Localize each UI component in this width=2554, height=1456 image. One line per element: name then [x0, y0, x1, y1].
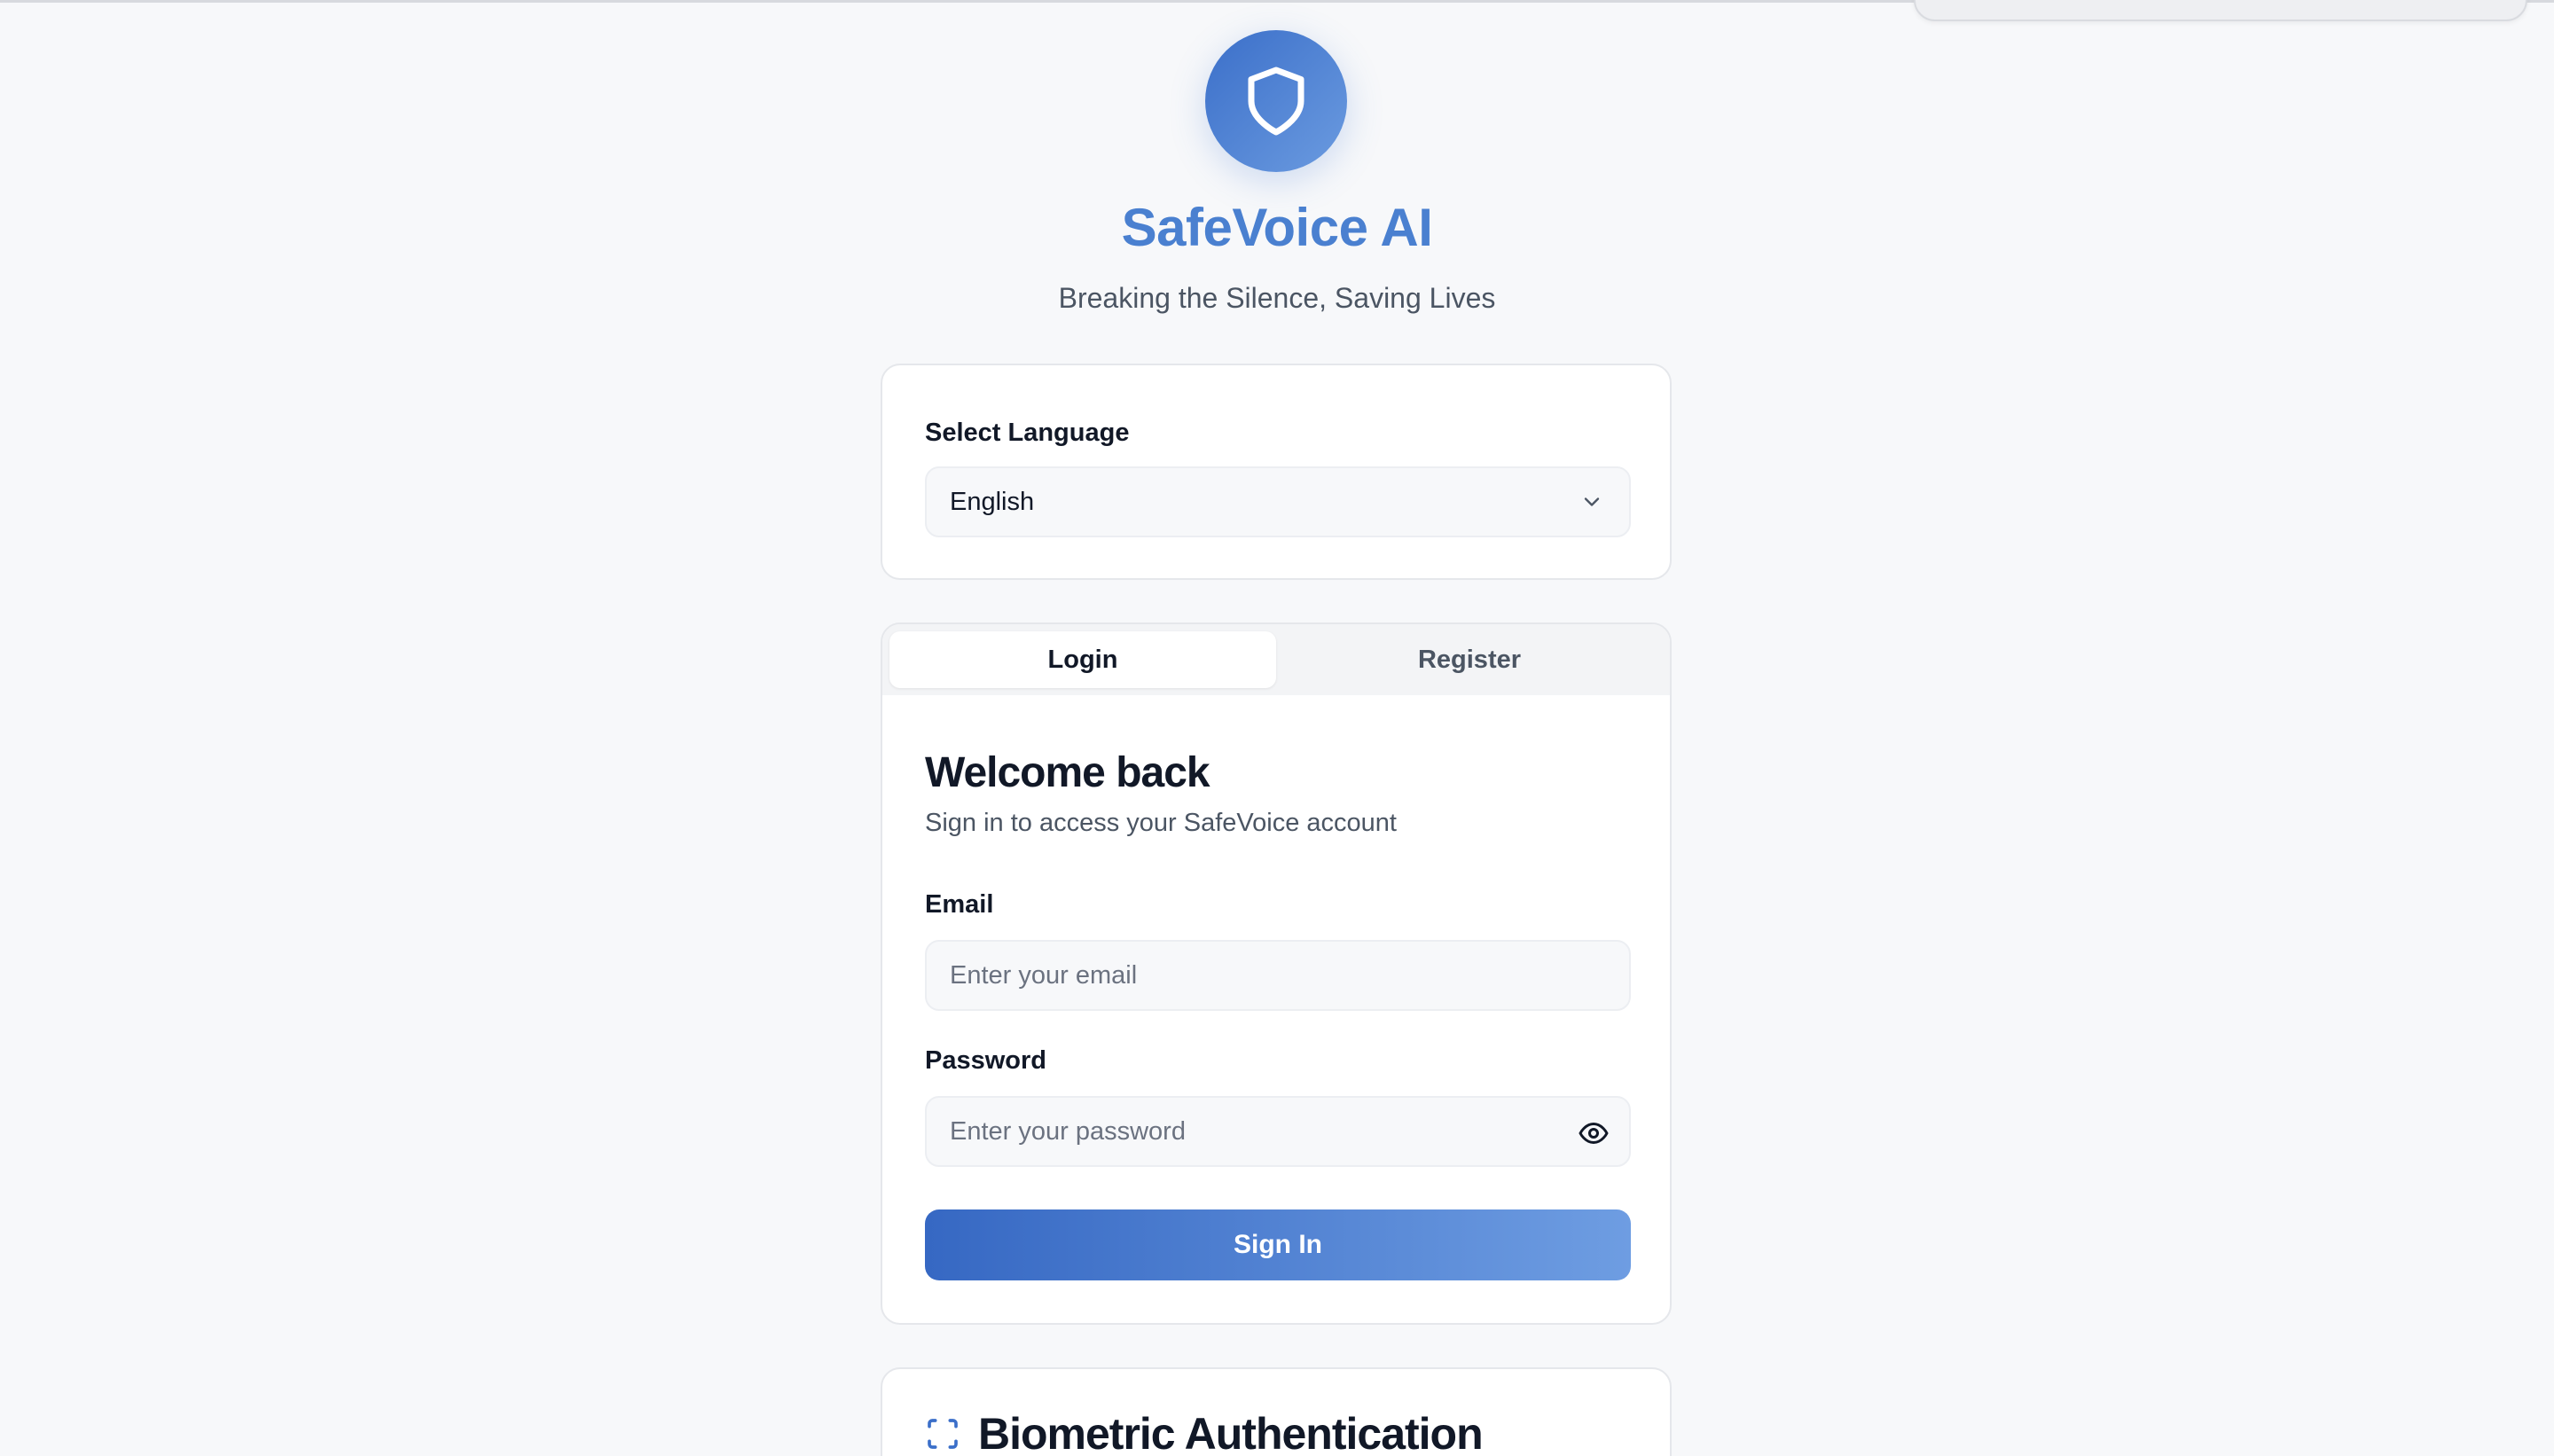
language-label: Select Language: [925, 419, 1130, 447]
floating-overlay-panel: [1914, 0, 2527, 21]
tab-register[interactable]: Register: [1276, 631, 1663, 688]
chevron-down-icon: [1584, 497, 1600, 506]
eye-icon[interactable]: [1578, 1117, 1610, 1149]
password-field-wrapper: [925, 1096, 1631, 1167]
email-field-wrapper: [925, 940, 1631, 1011]
auth-card: Login Register Welcome back Sign in to a…: [881, 622, 1672, 1325]
login-page: SafeVoice AI Breaking the Silence, Savin…: [0, 0, 2554, 1456]
app-logo: [1205, 30, 1347, 172]
shield-icon: [1248, 67, 1304, 136]
scan-icon: [928, 1419, 958, 1449]
biometric-title: Biometric Authentication: [978, 1409, 1484, 1456]
auth-tabs: Login Register: [882, 624, 1670, 695]
language-selected-value: English: [950, 487, 1035, 516]
language-select[interactable]: English: [925, 466, 1631, 537]
biometric-card: Biometric Authentication: [881, 1367, 1672, 1456]
tab-login[interactable]: Login: [889, 631, 1276, 688]
app-title: SafeVoice AI: [1121, 198, 1433, 257]
language-card: Select Language English: [881, 364, 1672, 580]
biometric-heading: Biometric Authentication: [925, 1408, 1484, 1456]
auth-heading: Welcome back: [925, 749, 1210, 796]
app-tagline: Breaking the Silence, Saving Lives: [1058, 282, 1496, 314]
password-label: Password: [925, 1046, 1046, 1075]
auth-subheading: Sign in to access your SafeVoice account: [925, 809, 1397, 837]
sign-in-button[interactable]: Sign In: [925, 1209, 1631, 1280]
email-field[interactable]: [950, 960, 1606, 990]
email-label: Email: [925, 890, 994, 919]
password-field[interactable]: [950, 1116, 1606, 1147]
